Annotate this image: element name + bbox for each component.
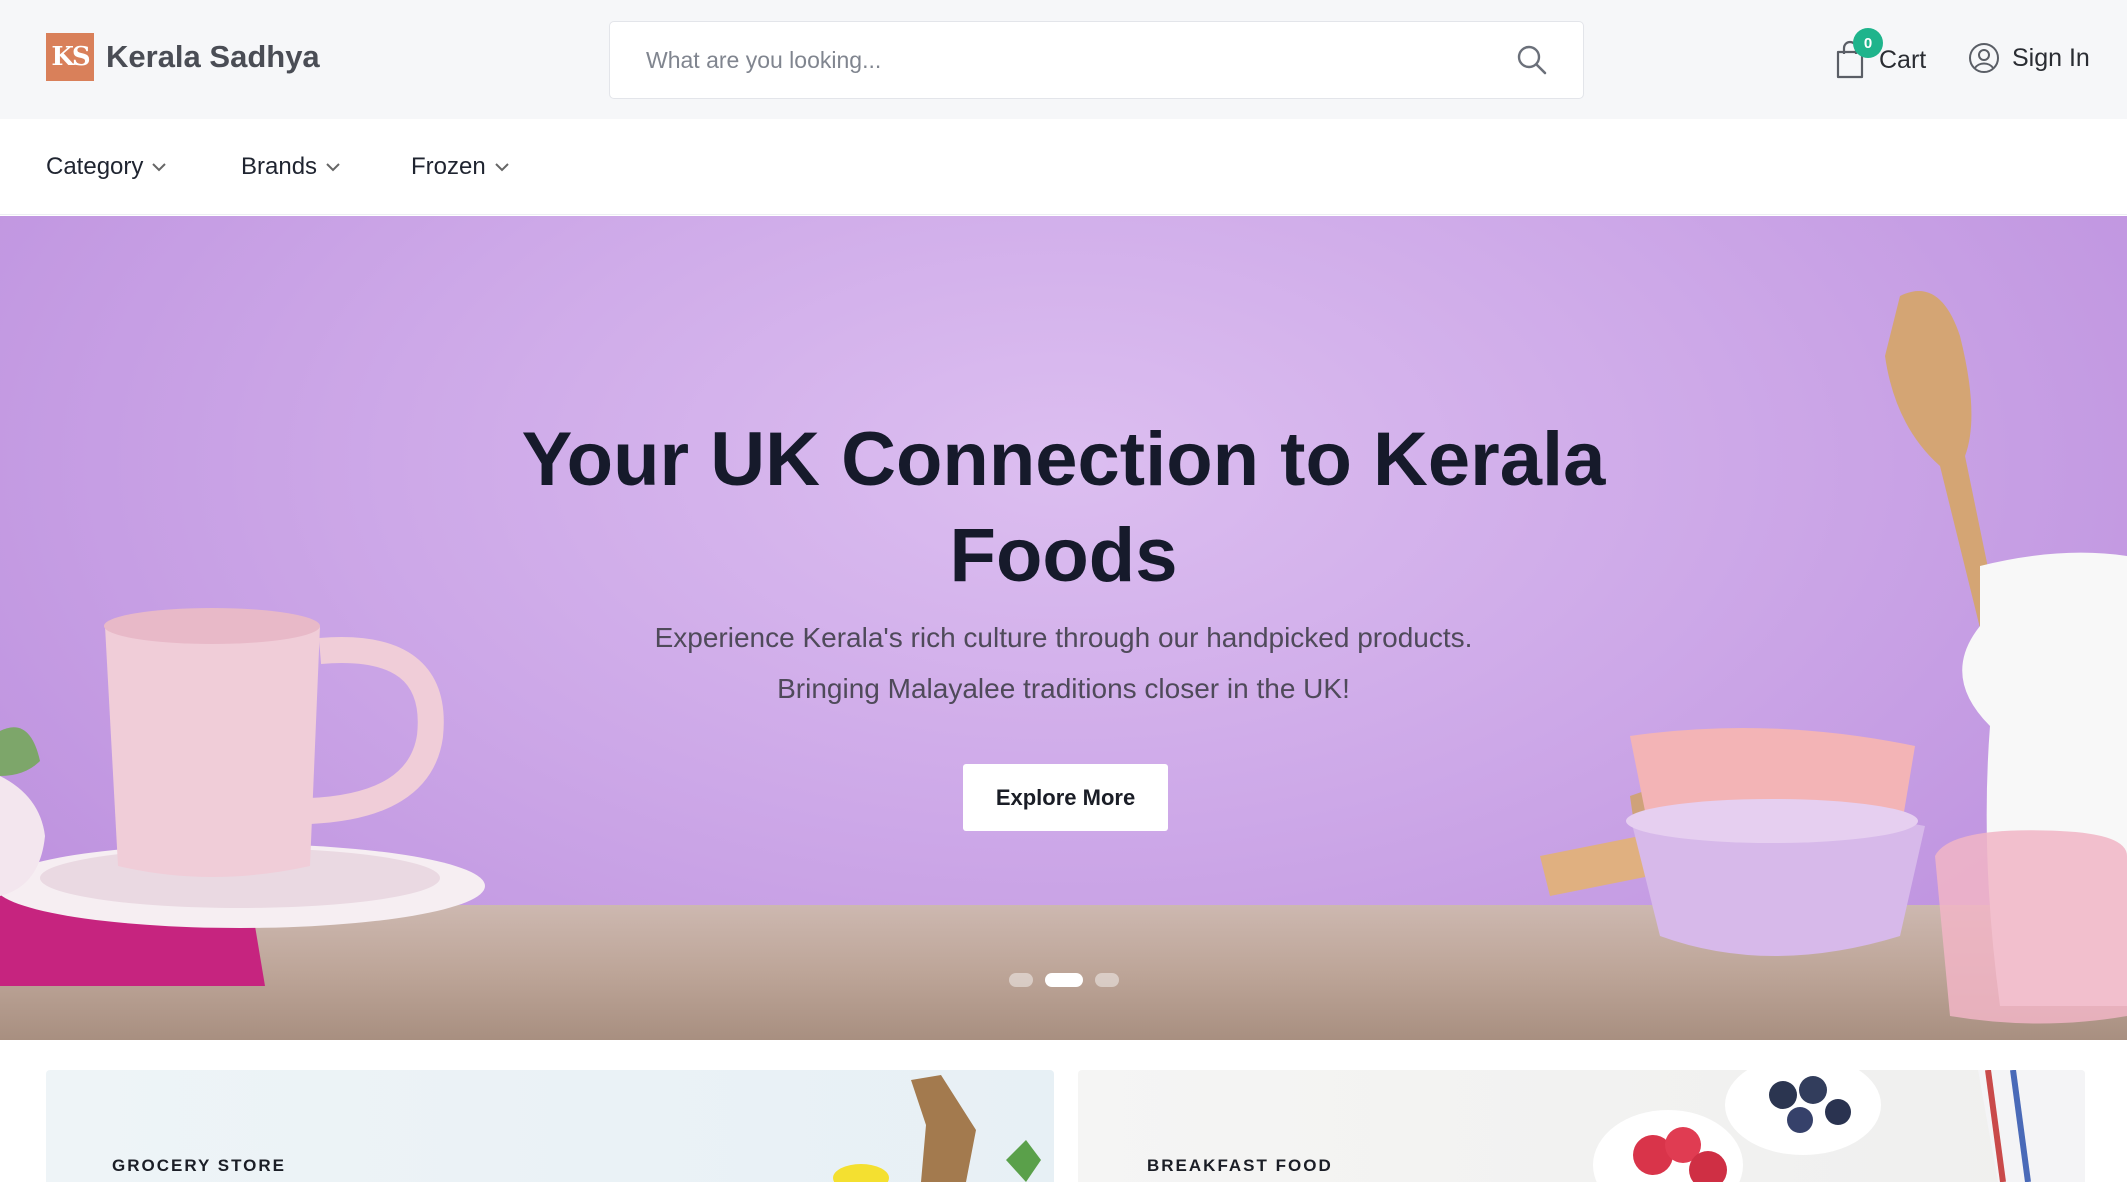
nav-category-label: Category [46,153,144,180]
hero-title-line-2: Foods [949,513,1178,598]
hero-banner: Your UK Connection to Kerala Foods Exper… [0,216,2127,1040]
brand-name: Kerala Sadhya [106,39,320,74]
nav-frozen[interactable]: Frozen [411,153,510,181]
main-nav: Category Brands Frozen [0,119,2127,215]
breakfast-berries-illustration [1593,1070,2085,1182]
hero-subtitle-line-2: Bringing Malayalee traditions closer in … [777,673,1350,704]
hero-title-line-1: Your UK Connection to Kerala [521,417,1606,502]
nav-category[interactable]: Category [46,153,167,181]
card-breakfast-food[interactable]: BREAKFAST FOOD [1078,1070,2085,1182]
card-grocery-store[interactable]: GROCERY STORE [46,1070,1054,1182]
grocery-spices-illustration [833,1075,1041,1182]
shopping-bag-icon: 0 [1835,28,1883,80]
card-breakfast-label: BREAKFAST FOOD [1147,1156,1333,1175]
logo-mark: KS [46,33,94,81]
sign-in-button[interactable]: Sign In [1968,42,2090,74]
sign-in-label: Sign In [2012,43,2090,72]
cart-button[interactable]: 0 Cart [1835,28,1927,80]
top-header: KS Kerala Sadhya 0 Cart Sign In [0,0,2127,119]
chevron-down-icon [152,163,167,172]
nav-brands-label: Brands [241,153,318,180]
cart-label: Cart [1879,45,1927,74]
hero-title: Your UK Connection to Kerala Foods [0,412,2127,604]
search-bar [609,21,1584,99]
hero-subtitle-line-1: Experience Kerala's rich culture through… [654,622,1473,653]
card-grocery-label: GROCERY STORE [112,1156,286,1175]
carousel-dot-1[interactable] [1008,973,1033,987]
search-icon[interactable] [1515,43,1549,77]
search-input[interactable] [646,46,1515,74]
cart-count-badge: 0 [1853,28,1883,58]
explore-more-button[interactable]: Explore More [963,764,1168,831]
carousel-indicators [0,973,2127,987]
carousel-dot-2[interactable] [1044,973,1083,987]
carousel-dot-3[interactable] [1094,973,1119,987]
user-icon [1969,43,1999,73]
brand-logo[interactable]: KS Kerala Sadhya [46,33,320,81]
nav-frozen-label: Frozen [411,153,486,180]
chevron-down-icon [494,163,509,172]
nav-brands[interactable]: Brands [241,153,341,181]
chevron-down-icon [326,163,340,172]
